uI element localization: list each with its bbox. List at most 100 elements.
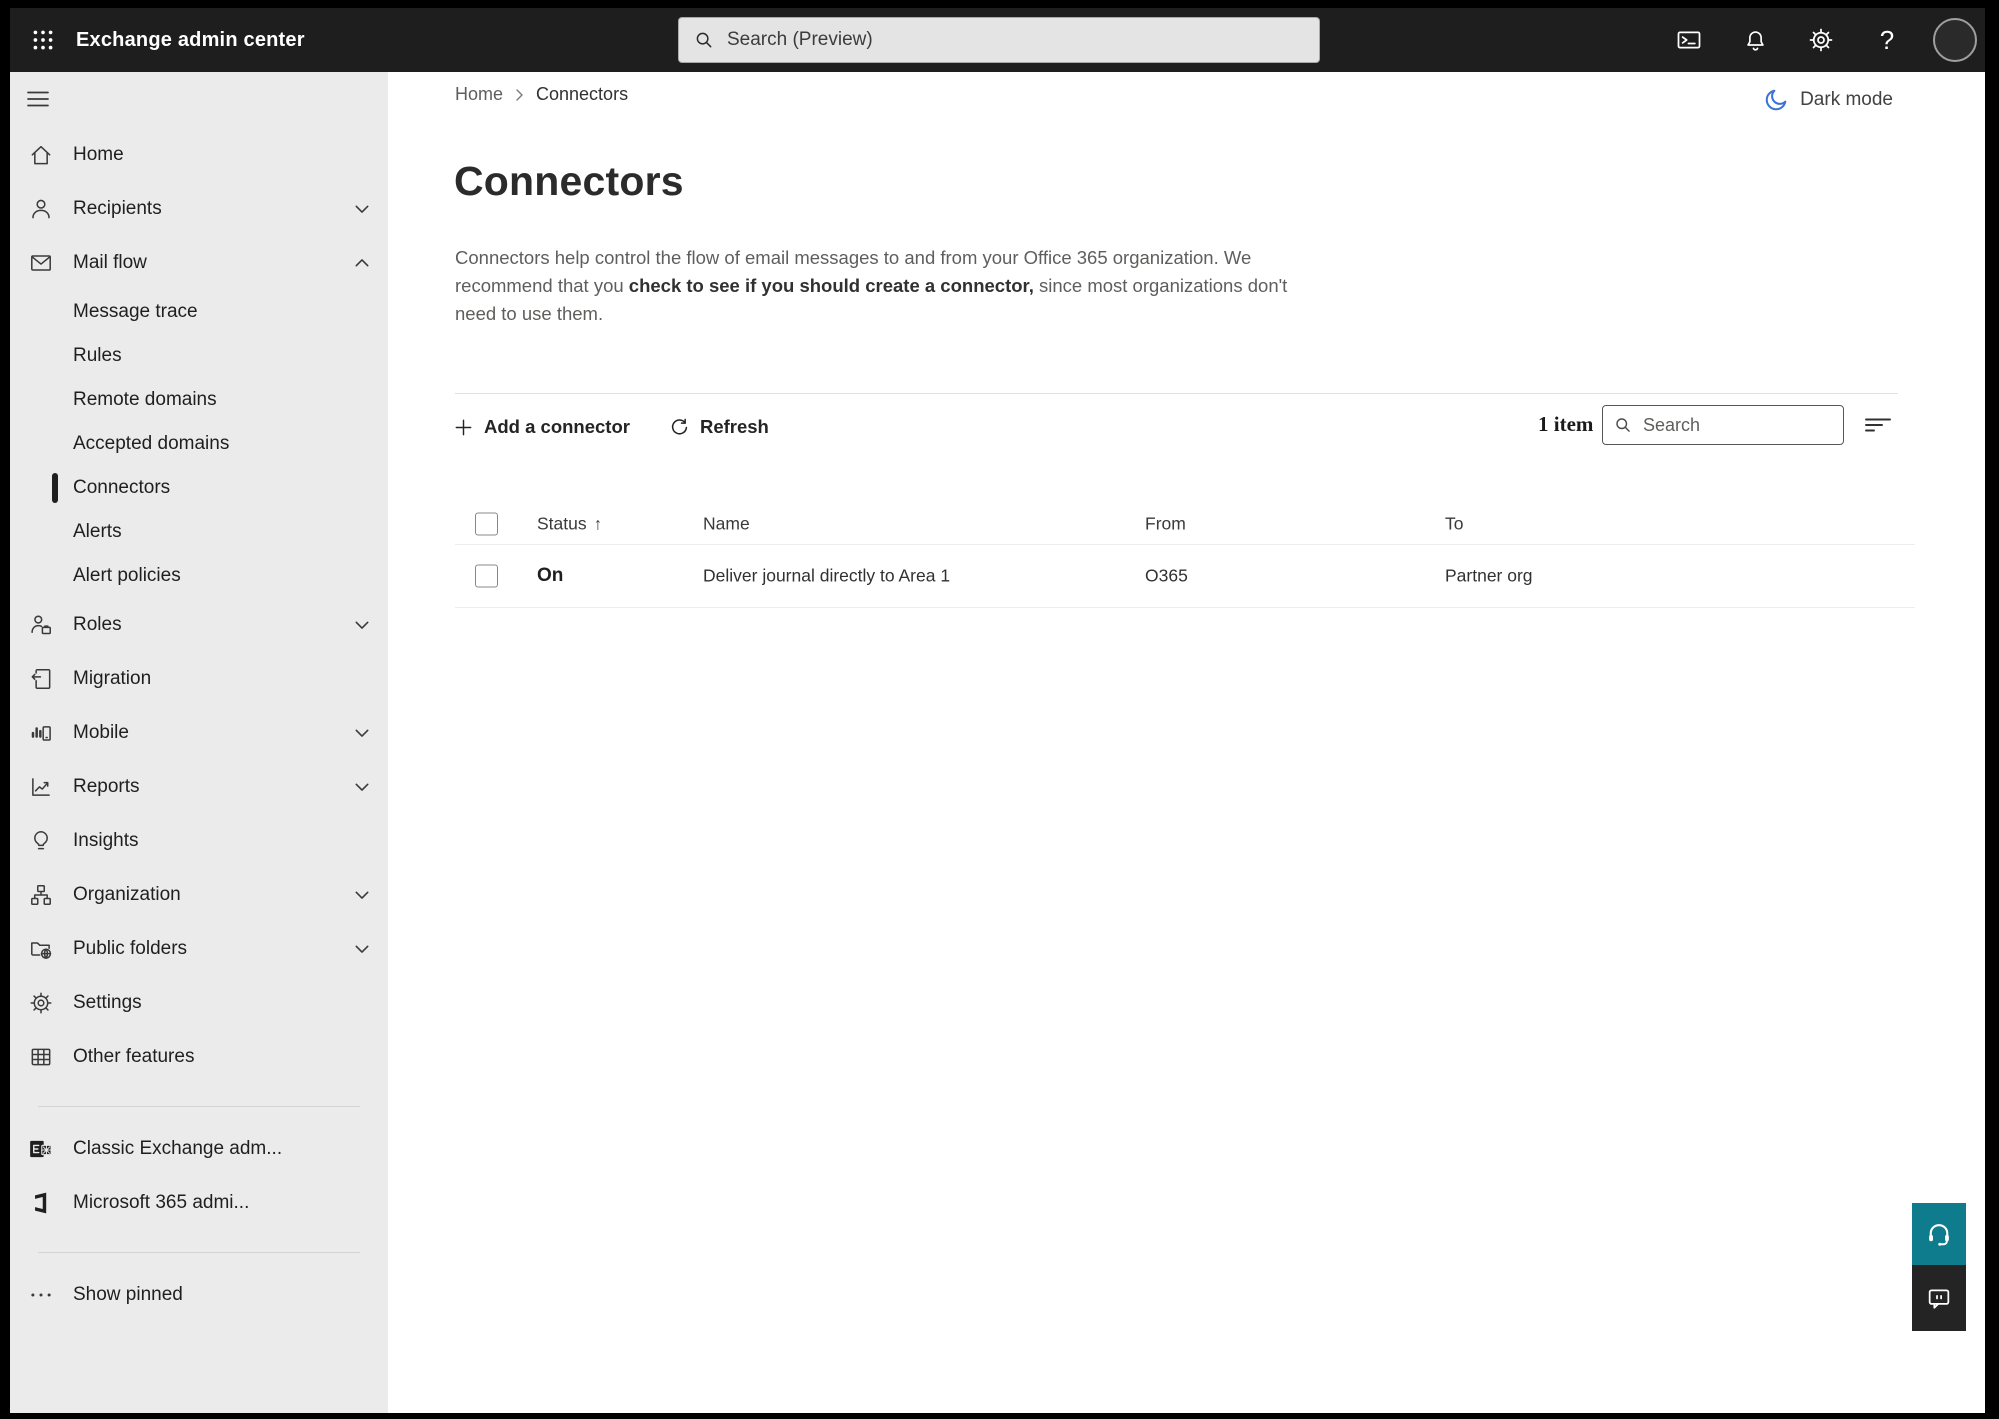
sidebar-item-organization[interactable]: Organization — [10, 868, 388, 922]
command-bar: Add a connector Refresh — [452, 405, 769, 449]
sidebar-item-home[interactable]: Home — [10, 128, 388, 182]
sidebar-item-recipients[interactable]: Recipients — [10, 182, 388, 236]
mobile-icon — [31, 726, 51, 741]
column-header-to[interactable]: To — [1445, 514, 1463, 535]
table-grid-icon — [31, 1048, 51, 1066]
sidebar-item-remote-domains[interactable]: Remote domains — [10, 378, 388, 422]
breadcrumb-home-link[interactable]: Home — [455, 84, 503, 105]
connectors-table: Status ↑ Name From To On Deliver journal… — [455, 504, 1915, 608]
exchange-logo-icon — [30, 1140, 52, 1158]
screenshot-frame: Exchange admin center Search (Preview) ?… — [0, 0, 1999, 1419]
home-icon — [31, 145, 51, 165]
sidebar-item-mail-flow[interactable]: Mail flow — [10, 236, 388, 290]
app-title: Exchange admin center — [76, 28, 305, 51]
lightbulb-icon — [34, 831, 48, 850]
list-search-input[interactable] — [1643, 414, 1833, 436]
sidebar-item-label: Insights — [73, 830, 139, 851]
top-bar: Exchange admin center Search (Preview) ? — [10, 8, 1985, 72]
sidebar-item-rules[interactable]: Rules — [10, 334, 388, 378]
sidebar-item-connectors[interactable]: Connectors — [10, 466, 388, 510]
sort-ascending-icon: ↑ — [593, 514, 603, 533]
chevron-down-icon — [355, 783, 369, 791]
powershell-button[interactable] — [1669, 20, 1709, 60]
chevron-down-icon — [355, 621, 369, 629]
dark-mode-toggle[interactable]: Dark mode — [1763, 86, 1893, 113]
sidebar-divider — [38, 1106, 360, 1107]
global-search-box[interactable] — [678, 17, 1320, 63]
sidebar-item-label: Migration — [73, 668, 152, 689]
column-header-from[interactable]: From — [1145, 514, 1186, 535]
folder-globe-icon — [31, 942, 52, 959]
sidebar-item-label: Microsoft 365 admi... — [73, 1192, 250, 1213]
filter-button[interactable] — [1858, 407, 1898, 443]
hamburger-icon — [27, 91, 49, 107]
settings-button-topbar[interactable] — [1801, 20, 1841, 60]
sidebar-item-label: Rules — [73, 345, 122, 366]
sidebar-item-label: Accepted domains — [73, 433, 230, 454]
sidebar-item-classic-exchange[interactable]: Classic Exchange adm... — [10, 1122, 388, 1176]
collapse-nav-button[interactable] — [26, 84, 62, 114]
account-avatar[interactable] — [1933, 18, 1977, 62]
search-icon — [1616, 418, 1630, 432]
page-title: Connectors — [454, 158, 684, 204]
sidebar-item-label: Roles — [73, 614, 122, 635]
description-link[interactable]: check to see if you should create a conn… — [629, 275, 1034, 296]
sidebar-item-mobile[interactable]: Mobile — [10, 706, 388, 760]
search-icon — [696, 32, 712, 48]
bell-icon — [1746, 30, 1764, 51]
sidebar-item-alert-policies[interactable]: Alert policies — [10, 554, 388, 598]
sidebar-item-m365-admin[interactable]: Microsoft 365 admi... — [10, 1176, 388, 1230]
feedback-button[interactable] — [1912, 1265, 1966, 1331]
waffle-icon — [33, 30, 53, 50]
page-description: Connectors help control the flow of emai… — [455, 244, 1323, 328]
refresh-button[interactable]: Refresh — [668, 416, 769, 439]
body-row: Home Recipients Mail flow Message trace … — [10, 72, 1985, 1413]
sidebar-item-public-folders[interactable]: Public folders — [10, 922, 388, 976]
global-search-input[interactable] — [727, 29, 1305, 51]
sidebar-item-label: Alerts — [73, 521, 122, 542]
column-label: Name — [703, 513, 750, 534]
cell-to: Partner org — [1445, 565, 1533, 586]
help-button[interactable]: ? — [1867, 20, 1907, 60]
moon-icon — [1765, 89, 1787, 111]
sidebar-item-label: Message trace — [73, 301, 198, 322]
column-header-name[interactable]: Name — [703, 514, 750, 535]
sidebar-item-message-trace[interactable]: Message trace — [10, 290, 388, 334]
sidebar-item-label: Organization — [73, 884, 181, 905]
gear-icon — [30, 992, 52, 1014]
sidebar-item-accepted-domains[interactable]: Accepted domains — [10, 422, 388, 466]
headset-icon — [1929, 1224, 1949, 1246]
sidebar-item-label: Public folders — [73, 938, 188, 959]
sidebar-item-migration[interactable]: Migration — [10, 652, 388, 706]
person-icon — [32, 199, 50, 219]
sidebar-item-other-features[interactable]: Other features — [10, 1030, 388, 1084]
sidebar-item-insights[interactable]: Insights — [10, 814, 388, 868]
sidebar-item-roles[interactable]: Roles — [10, 598, 388, 652]
app-launcher-button[interactable] — [24, 22, 62, 58]
list-search-box[interactable] — [1602, 405, 1844, 445]
sidebar-item-alerts[interactable]: Alerts — [10, 510, 388, 554]
main-content: Home Connectors Dark mode Connectors Con… — [388, 72, 1985, 1413]
cell-name[interactable]: Deliver journal directly to Area 1 — [703, 566, 950, 587]
select-all-checkbox[interactable] — [475, 512, 498, 536]
question-mark-icon: ? — [1879, 24, 1895, 55]
sidebar-item-show-pinned[interactable]: Show pinned — [10, 1268, 388, 1322]
table-row[interactable]: On Deliver journal directly to Area 1 O3… — [455, 545, 1915, 608]
column-header-status[interactable]: Status ↑ — [537, 514, 602, 535]
row-checkbox[interactable] — [475, 564, 498, 588]
cell-status: On — [537, 565, 564, 586]
cell-from: O365 — [1145, 565, 1188, 586]
column-label: Status — [537, 513, 587, 534]
chevron-down-icon — [355, 729, 369, 737]
sidebar-item-label: Mobile — [73, 722, 129, 743]
item-count: 1 item — [1538, 412, 1594, 436]
sidebar-item-settings[interactable]: Settings — [10, 976, 388, 1030]
notifications-button[interactable] — [1735, 20, 1775, 60]
sidebar-item-reports[interactable]: Reports — [10, 760, 388, 814]
support-button[interactable] — [1912, 1203, 1966, 1265]
sidebar-divider — [38, 1252, 360, 1253]
add-connector-button[interactable]: Add a connector — [452, 416, 630, 439]
sidebar-item-label: Classic Exchange adm... — [73, 1138, 283, 1159]
refresh-label: Refresh — [699, 416, 769, 437]
sidebar-item-label: Show pinned — [73, 1284, 183, 1305]
